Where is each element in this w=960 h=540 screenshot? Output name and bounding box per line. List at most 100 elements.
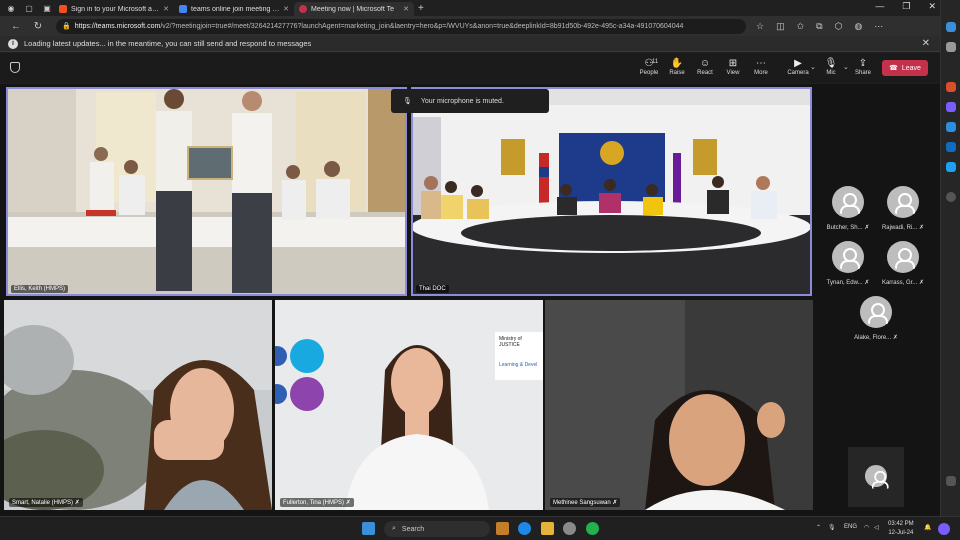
clock[interactable]: 03:42 PM 12-Jul-24 xyxy=(888,520,914,538)
ministry-of-justice-logo-text: Ministry of JUSTICE xyxy=(499,336,522,348)
share-button[interactable]: ⇪ Share xyxy=(850,57,876,76)
collections-icon[interactable]: ▢ xyxy=(22,2,36,14)
mic-muted-icon: ✗ xyxy=(74,500,80,506)
new-tab-button[interactable]: + xyxy=(418,3,424,14)
settings-gear-icon[interactable] xyxy=(563,522,576,535)
tools-icon[interactable] xyxy=(946,102,956,112)
tab-actions-icon[interactable]: ▣ xyxy=(40,2,54,14)
self-view-tile[interactable] xyxy=(848,447,904,507)
tray-mic-icon[interactable]: 🎙 xyxy=(828,524,836,531)
outlook-icon[interactable] xyxy=(946,142,956,152)
split-screen-icon[interactable]: ◫ xyxy=(776,21,785,32)
search-icon[interactable] xyxy=(946,42,956,52)
mic-options-chevron-icon[interactable]: ⌄ xyxy=(843,63,849,71)
participant-name-smart: Smart, Natalie (HMPS) ✗ xyxy=(9,498,83,507)
refresh-icon[interactable]: ↻ xyxy=(32,21,44,32)
avatar xyxy=(832,241,864,273)
edge-sidebar xyxy=(940,0,960,516)
sidebar-settings-icon[interactable] xyxy=(946,476,956,486)
mic-muted-icon: ✗ xyxy=(918,280,925,286)
wifi-icon[interactable]: ◠ xyxy=(864,524,869,531)
file-explorer-icon[interactable] xyxy=(541,522,554,535)
drop-icon[interactable] xyxy=(946,162,956,172)
camera-icon: ▶ xyxy=(794,58,802,69)
participant-rajwadi[interactable]: Rajwadi, Ri... ✗ xyxy=(875,186,931,231)
profile-avatar-icon[interactable]: ◍ xyxy=(854,21,862,32)
participant-butcher[interactable]: Butcher, Sh... ✗ xyxy=(820,186,876,231)
add-sidebar-icon[interactable] xyxy=(946,192,956,202)
url-host: https://teams.microsoft.com xyxy=(74,22,161,30)
raise-hand-button[interactable]: ✋ Raise xyxy=(664,57,690,76)
video-tile-thai-doc[interactable]: Thai DOC xyxy=(411,87,812,296)
participant-alake[interactable]: Alake, Flore... ✗ xyxy=(848,296,904,341)
tab-meeting-now[interactable]: Meeting now | Microsoft Te ✕ xyxy=(294,2,414,16)
slide-learning-text: Learning & Devel xyxy=(499,362,538,368)
mic-off-icon: 🎙 xyxy=(403,98,412,105)
language-indicator[interactable]: ENG xyxy=(844,524,857,530)
more-button[interactable]: ⋯ More xyxy=(748,57,774,76)
volume-icon[interactable]: ◁ xyxy=(874,524,879,531)
favorites-icon[interactable]: ✩ xyxy=(797,21,805,32)
video-tile-ellis[interactable]: Ellis, Keith (HMPS) xyxy=(6,87,407,296)
restore-icon[interactable]: ❐ xyxy=(902,1,910,12)
edge-icon[interactable] xyxy=(518,522,531,535)
avatar xyxy=(887,186,919,218)
people-button[interactable]: ⚇ 11 People xyxy=(636,57,662,76)
video-tile-smart[interactable]: Smart, Natalie (HMPS) ✗ xyxy=(4,300,272,510)
mic-muted-icon: ✗ xyxy=(892,335,898,341)
browser-tab-strip: ◉ ▢ ▣ Sign in to your Microsoft accou ✕ … xyxy=(0,0,940,16)
back-icon[interactable]: ← xyxy=(10,21,22,32)
react-button[interactable]: ☺ React xyxy=(692,57,718,76)
close-infobar-icon[interactable]: ✕ xyxy=(922,38,930,49)
games-icon[interactable] xyxy=(946,122,956,132)
start-windows-icon[interactable] xyxy=(362,522,375,535)
notification-bell-icon[interactable]: 🔔 xyxy=(924,524,931,531)
copilot-icon[interactable] xyxy=(946,22,956,32)
participant-tynan[interactable]: Tynan, Edw... ✗ xyxy=(820,241,876,286)
taskbar-search[interactable]: ⌕ Search xyxy=(384,521,490,537)
phone-hangup-icon: ☎ xyxy=(889,65,898,72)
info-message: Loading latest updates... in the meantim… xyxy=(24,39,312,48)
close-tab-icon[interactable]: ✕ xyxy=(403,5,409,13)
avatar xyxy=(860,296,892,328)
tab-microsoft-signin[interactable]: Sign in to your Microsoft accou ✕ xyxy=(54,2,174,16)
view-button[interactable]: ⊞ View xyxy=(720,57,746,76)
minimize-icon[interactable]: — xyxy=(875,1,884,12)
smiley-icon: ☺ xyxy=(699,58,711,69)
info-icon: i xyxy=(8,38,18,49)
close-tab-icon[interactable]: ✕ xyxy=(283,5,289,13)
extensions-icon[interactable]: ⬡ xyxy=(835,21,843,32)
url-field[interactable]: 🔒 https://teams.microsoft.com /v2/?meeti… xyxy=(56,18,746,34)
avatar xyxy=(887,241,919,273)
favorite-star-icon[interactable]: ☆ xyxy=(756,21,764,32)
line-app-icon[interactable] xyxy=(586,522,599,535)
close-window-icon[interactable]: ✕ xyxy=(928,1,936,12)
shield-icon[interactable] xyxy=(10,62,20,73)
mic-muted-icon: ✗ xyxy=(864,225,870,231)
profile-icon[interactable]: ◉ xyxy=(4,2,18,14)
camera-options-chevron-icon[interactable]: ⌄ xyxy=(810,63,816,71)
close-tab-icon[interactable]: ✕ xyxy=(163,5,169,13)
video-feed-fullerton xyxy=(275,300,543,510)
leave-button[interactable]: ☎ Leave xyxy=(882,60,928,76)
copilot-taskbar-icon[interactable] xyxy=(938,523,950,535)
participant-name-fullerton: Fullerton, Tina (HMPS) ✗ xyxy=(280,498,354,507)
tray-chevron-icon[interactable]: ⌃ xyxy=(816,524,821,531)
tab-teams-join[interactable]: teams online join meeting - Ala ✕ xyxy=(174,2,294,16)
lock-icon[interactable]: 🔒 xyxy=(62,22,71,30)
mic-muted-icon: ✗ xyxy=(864,280,870,286)
settings-more-icon[interactable]: ⋯ xyxy=(874,21,883,32)
shopping-icon[interactable] xyxy=(946,82,956,92)
avatar xyxy=(864,464,889,489)
share-icon: ⇪ xyxy=(858,58,868,69)
video-tile-methinee[interactable]: Methinee Sangsuwan ✗ xyxy=(545,300,813,510)
video-feed-smart xyxy=(4,300,272,510)
mic-button[interactable]: 🎙 Mic xyxy=(818,57,844,76)
video-tile-fullerton[interactable]: Ministry of JUSTICE Learning & Devel Ful… xyxy=(275,300,543,510)
google-favicon-icon xyxy=(179,5,187,13)
participant-karrass[interactable]: Karrass, Gr... ✗ xyxy=(875,241,931,286)
widgets-icon[interactable] xyxy=(496,522,509,535)
camera-button[interactable]: ▶ Camera xyxy=(785,57,811,76)
collections-icon[interactable]: ⧉ xyxy=(816,21,822,32)
avatar xyxy=(832,186,864,218)
